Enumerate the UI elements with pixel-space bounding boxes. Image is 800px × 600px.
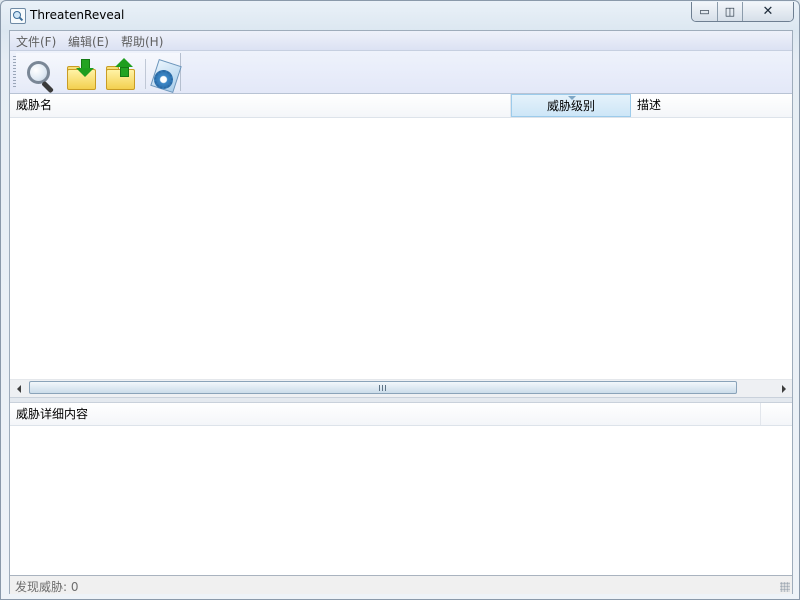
export-button[interactable] — [103, 58, 137, 90]
menu-help[interactable]: 帮助(H) — [121, 33, 163, 50]
threat-list-header: 威胁名 威胁级别 描述 — [10, 94, 792, 118]
grip-icon — [379, 385, 386, 391]
scroll-left-button[interactable] — [10, 380, 27, 397]
arrow-left-icon — [16, 384, 21, 393]
sort-indicator-icon — [568, 96, 576, 100]
column-header-threat-level[interactable]: 威胁级别 — [511, 94, 631, 117]
toolbar — [10, 51, 792, 94]
threat-detail-content[interactable] — [10, 426, 792, 574]
scan-button[interactable] — [22, 58, 56, 94]
status-text: 发现威胁: 0 — [15, 580, 79, 594]
status-bar: 发现威胁: 0 — [10, 575, 792, 594]
maximize-button[interactable]: ◫ — [718, 2, 743, 21]
menu-file[interactable]: 文件(F) — [16, 33, 56, 50]
detail-header: 威胁详细内容 — [10, 403, 792, 426]
client-area: 文件(F) 编辑(E) 帮助(H) 威胁名 威胁级别 描述 威胁详细内容 发现威… — [9, 30, 793, 594]
scrollbar-thumb[interactable] — [29, 381, 737, 394]
scroll-right-button[interactable] — [775, 380, 792, 397]
menu-bar: 文件(F) 编辑(E) 帮助(H) — [10, 31, 792, 51]
horizontal-scrollbar[interactable] — [10, 379, 792, 397]
menu-edit[interactable]: 编辑(E) — [68, 33, 109, 50]
main-window: ThreatenReveal ▭ ◫ ✕ 文件(F) 编辑(E) 帮助(H) 威… — [0, 0, 800, 600]
column-header-description[interactable]: 描述 — [631, 94, 792, 117]
window-controls: ▭ ◫ ✕ — [691, 2, 794, 22]
import-button[interactable] — [64, 58, 98, 90]
toolbar-strip — [16, 53, 182, 94]
close-button[interactable]: ✕ — [743, 2, 793, 21]
column-header-threat-level-label: 威胁级别 — [546, 99, 595, 113]
about-button[interactable] — [147, 58, 182, 94]
title-bar[interactable]: ThreatenReveal ▭ ◫ ✕ — [1, 1, 799, 30]
column-header-threat-details[interactable]: 威胁详细内容 — [10, 403, 761, 425]
threat-list[interactable] — [10, 118, 792, 379]
column-header-threat-name[interactable]: 威胁名 — [10, 94, 511, 117]
toolbar-separator — [145, 59, 146, 89]
magnifier-app-icon[interactable] — [10, 8, 26, 24]
window-title: ThreatenReveal — [30, 8, 125, 22]
arrow-right-icon — [781, 384, 786, 393]
resize-grip-icon[interactable] — [780, 582, 790, 592]
minimize-button[interactable]: ▭ — [692, 2, 718, 21]
